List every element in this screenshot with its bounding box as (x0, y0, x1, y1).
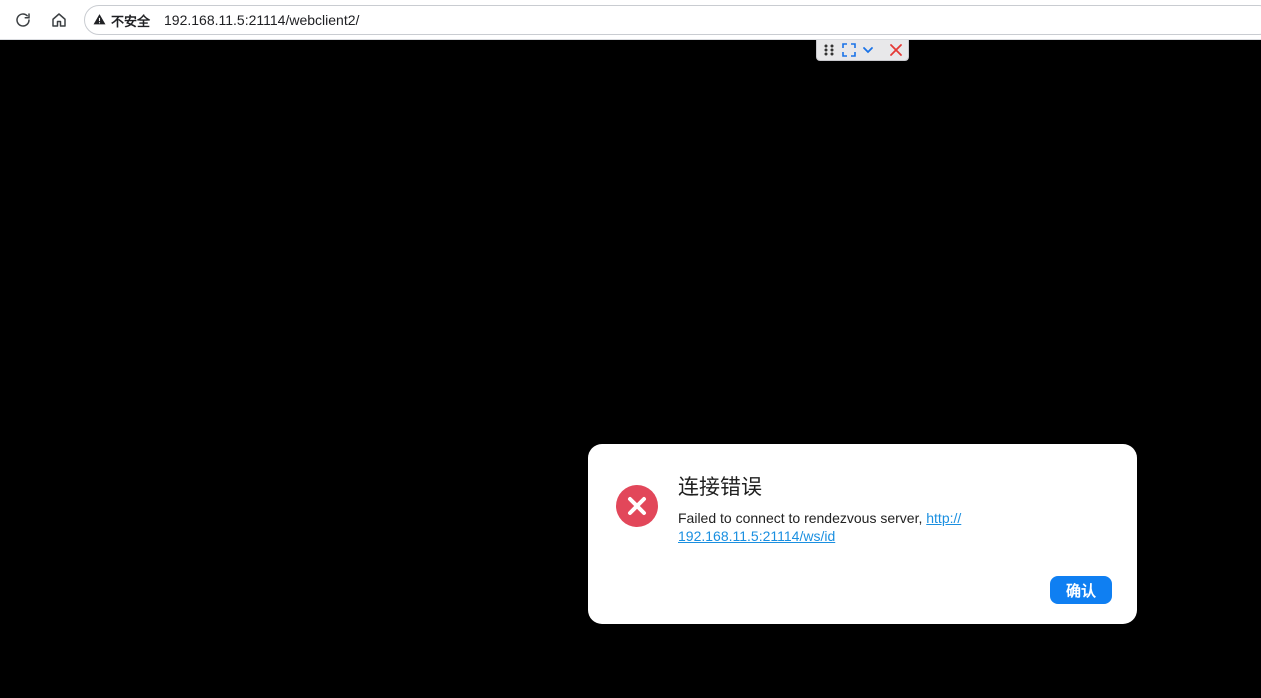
dialog-message: Failed to connect to rendezvous server, … (678, 509, 1008, 545)
link-line-2[interactable]: 192.168.11.5:21114/ws/id (678, 528, 835, 544)
fullscreen-button[interactable] (839, 40, 859, 61)
address-bar[interactable]: 不安全 192.168.11.5:21114/webclient2/ (84, 5, 1261, 35)
dialog-title: 连接错误 (678, 475, 762, 499)
warning-icon (93, 13, 107, 27)
fullscreen-icon (841, 43, 856, 57)
close-icon (890, 44, 903, 56)
confirm-button[interactable]: 确认 (1050, 576, 1112, 604)
message-text: Failed to connect to rendezvous server, (678, 510, 927, 526)
chevron-down-icon (863, 47, 874, 54)
security-status-label[interactable]: 不安全 (111, 11, 150, 30)
remote-control-toolbar (816, 40, 909, 61)
home-button[interactable] (46, 7, 72, 33)
link-line-1[interactable]: http:// (926, 510, 961, 526)
error-dialog: 连接错误 Failed to connect to rendezvous ser… (588, 444, 1137, 624)
url-text[interactable]: 192.168.11.5:21114/webclient2/ (164, 12, 359, 28)
drag-handle[interactable] (819, 40, 839, 61)
close-session-button[interactable] (884, 40, 908, 61)
browser-toolbar: 不安全 192.168.11.5:21114/webclient2/ (0, 0, 1261, 40)
error-icon (616, 485, 658, 527)
reload-icon (16, 13, 30, 27)
drag-handle-icon (824, 44, 834, 56)
home-icon (52, 13, 66, 27)
expand-menu-button[interactable] (859, 40, 879, 61)
reload-button[interactable] (10, 7, 36, 33)
